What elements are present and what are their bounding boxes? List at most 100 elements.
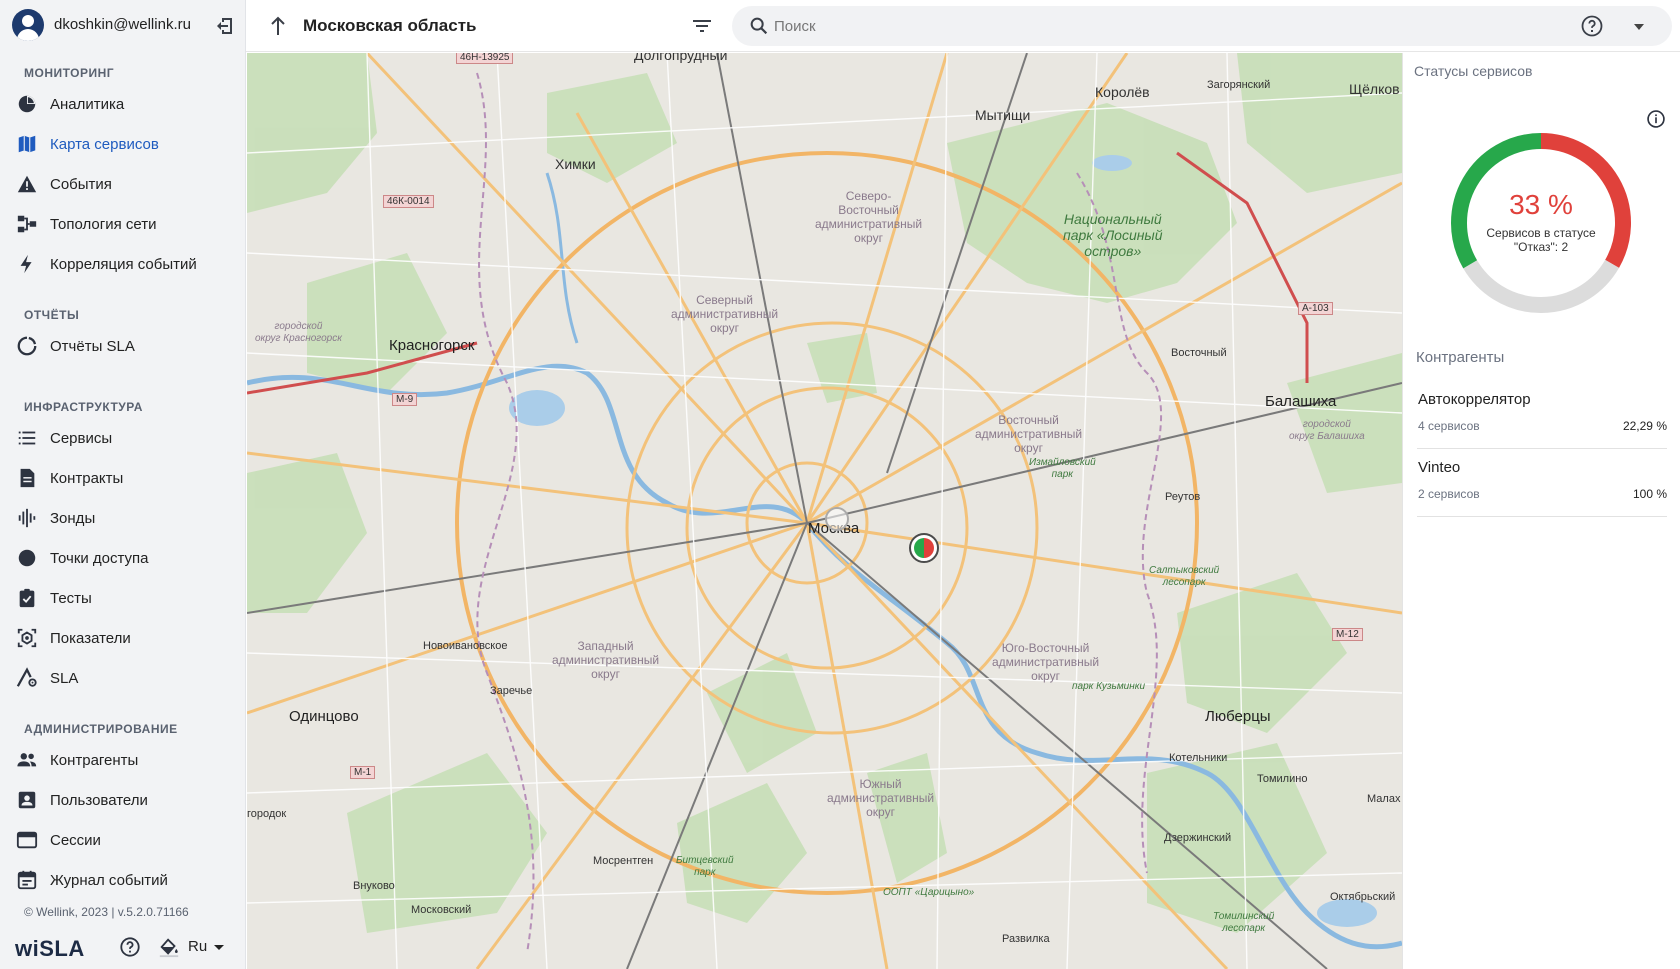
map-label-tomilino: Томилино xyxy=(1257,773,1308,785)
road-label: 46К-0014 xyxy=(383,195,434,208)
map-label-shchelkovo: Щёлков xyxy=(1349,81,1400,97)
map-label-mosrentgen: Мосрентген xyxy=(593,855,654,867)
map-icon xyxy=(18,135,36,153)
map-label-novoivanovskoe: Новоивановское xyxy=(423,640,508,652)
map-label-zarechye: Заречье xyxy=(490,685,533,697)
sidebar-item-label: События xyxy=(50,176,112,193)
section-infrastructure: ИНФРАСТРУКТУРА xyxy=(24,400,143,414)
sidebar-item-label: Контрагенты xyxy=(50,752,139,769)
sidebar-item-label: Показатели xyxy=(50,630,131,647)
sidebar-item-users[interactable]: Пользователи xyxy=(0,782,246,818)
sidebar-item-label: Зонды xyxy=(50,510,96,527)
map-label-izmailovsky: Измайловский парк xyxy=(1029,457,1096,480)
sidebar-item-label: Аналитика xyxy=(50,96,125,113)
wisla-logo: wiSLA xyxy=(15,936,85,961)
map-label-odintsovo: Одинцово xyxy=(289,708,359,725)
sidebar-item-tests[interactable]: Тесты xyxy=(0,580,246,616)
map-label-dzerzhinsky: Дзержинский xyxy=(1164,832,1232,844)
contractor-item[interactable]: Vinteo 2 сервисов 100 % xyxy=(1417,459,1667,517)
report-circle-icon xyxy=(17,336,37,356)
map-label-balashikha-district: городской округ Балашиха xyxy=(1289,419,1365,442)
sidebar-item-service-map[interactable]: Карта сервисов xyxy=(0,126,246,162)
sla-chart-icon xyxy=(16,667,37,687)
map-label-kuzminki: парк Кузьминки xyxy=(1072,681,1146,692)
sidebar-item-contractors[interactable]: Контрагенты xyxy=(0,742,246,778)
map-label-mytishchi: Мытищи xyxy=(975,107,1031,123)
topbar: Московская область xyxy=(246,0,1680,52)
contractor-percent: 22,29 % xyxy=(1622,419,1667,433)
sidebar-item-label: Отчёты SLA xyxy=(50,338,135,355)
map-label-vostochny: Восточный xyxy=(1171,347,1227,359)
map-label-bitsevsky: Битцевский парк xyxy=(676,855,734,878)
service-map[interactable]: 46Н-13925 46К-0014 М-9 М-1 А-103 М-12 До… xyxy=(247,53,1402,969)
paint-bucket-icon[interactable] xyxy=(158,936,180,958)
road-label: М-12 xyxy=(1332,628,1363,641)
filter-icon[interactable] xyxy=(690,14,714,38)
sidebar-item-event-log[interactable]: Журнал событий xyxy=(0,862,246,894)
arrow-up-icon[interactable] xyxy=(266,14,290,38)
user-email: dkoshkin@wellink.ru xyxy=(54,16,191,33)
map-label-oktyabrsky: Октябрьский xyxy=(1330,891,1396,903)
chevron-down-icon[interactable] xyxy=(214,945,224,950)
sidebar-item-sla-reports[interactable]: Отчёты SLA xyxy=(0,328,246,364)
map-label-razvilka: Развилка xyxy=(1002,933,1050,945)
contractor-count: 4 сервисов xyxy=(1418,419,1480,433)
sidebar-item-topology[interactable]: Топология сети xyxy=(0,206,246,242)
map-label-malakh: Малах xyxy=(1367,793,1401,805)
sidebar-item-sla[interactable]: SLA xyxy=(0,660,246,696)
copyright: © Wellink, 2023 | v.5.2.0.71166 xyxy=(24,905,189,919)
road-label: 46Н-13925 xyxy=(456,53,514,64)
map-label-balashikha: Балашиха xyxy=(1265,393,1337,410)
sidebar-nav: МОНИТОРИНГ Аналитика Карта сервисов Собы… xyxy=(0,52,246,894)
app-root: dkoshkin@wellink.ru МОНИТОРИНГ Аналитика… xyxy=(0,0,1680,969)
sidebar-item-label: Пользователи xyxy=(50,792,148,809)
map-label-district-uao: Южный административный округ xyxy=(827,777,935,819)
map-label-kotelniki: Котельники xyxy=(1169,752,1228,764)
sidebar-item-metrics[interactable]: Показатели xyxy=(0,620,246,656)
avatar[interactable] xyxy=(12,9,44,41)
sidebar-item-events[interactable]: События xyxy=(0,166,246,202)
road-label: М-9 xyxy=(392,393,418,406)
sidebar-item-contracts[interactable]: Контракты xyxy=(0,460,246,496)
region-title: Московская область xyxy=(303,16,477,35)
panel-title: Статусы сервисов xyxy=(1414,63,1533,79)
map-label-moskovsky: Московский xyxy=(411,904,472,916)
sidebar-item-analytics[interactable]: Аналитика xyxy=(0,86,246,122)
road-label: А-103 xyxy=(1298,302,1333,315)
search-icon xyxy=(750,17,768,35)
help-icon[interactable] xyxy=(119,936,141,958)
sidebar-item-correlation[interactable]: Корреляция событий xyxy=(0,246,246,282)
logout-icon[interactable] xyxy=(212,14,236,38)
window-icon xyxy=(16,831,38,849)
sidebar-item-probes[interactable]: Зонды xyxy=(0,500,246,536)
sidebar-item-services[interactable]: Сервисы xyxy=(0,420,246,456)
map-label-losiny: Национальный парк «Лосиный остров» xyxy=(1063,211,1163,259)
chart-pie-icon xyxy=(18,95,36,113)
contractor-name: Vinteo xyxy=(1418,459,1461,476)
map-label-khimki: Химки xyxy=(555,156,596,172)
language-select[interactable]: Ru xyxy=(188,938,207,955)
calendar-icon xyxy=(17,870,37,890)
map-label-korolev: Королёв xyxy=(1095,84,1150,100)
map-label-krasnogorsk-district: городской округ Красногорск xyxy=(255,321,342,344)
sidebar-item-access-points[interactable]: Точки доступа xyxy=(0,540,246,576)
map-label-tsaritsyno: ООПТ «Царицыно» xyxy=(883,887,975,898)
sidebar-item-label: Сессии xyxy=(50,832,101,849)
map-label-tomilinsky: Томилинский лесопарк xyxy=(1213,911,1275,934)
map-label-dolgoprudny: Долгопрудный xyxy=(634,53,728,63)
sidebar-item-label: Корреляция событий xyxy=(50,256,197,273)
map-label-vnukovo: Внуково xyxy=(353,880,395,892)
map-marker-unknown[interactable] xyxy=(825,507,849,531)
help-icon[interactable] xyxy=(1580,14,1604,38)
search-input[interactable] xyxy=(774,6,1554,46)
contractor-name: Автокоррелятор xyxy=(1418,391,1531,408)
sidebar-item-sessions[interactable]: Сессии xyxy=(0,822,246,858)
info-icon[interactable] xyxy=(1646,109,1666,129)
map-label-zagoryansky: Загорянский xyxy=(1207,79,1271,91)
section-reports: ОТЧЁТЫ xyxy=(24,308,80,322)
map-marker-status[interactable] xyxy=(909,533,939,563)
chevron-down-icon[interactable] xyxy=(1634,24,1644,30)
contractor-item[interactable]: Автокоррелятор 4 сервисов 22,29 % xyxy=(1417,391,1667,449)
sidebar-item-label: Тесты xyxy=(50,590,92,607)
search-box xyxy=(732,6,1672,46)
